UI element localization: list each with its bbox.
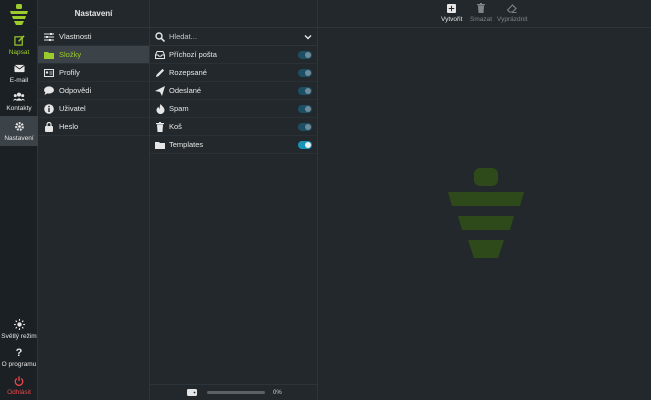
folder-row-templates[interactable]: Templates xyxy=(150,136,317,154)
quota-progress xyxy=(207,391,265,394)
menu-item-label: Vlastnosti xyxy=(59,32,92,41)
folder-icon xyxy=(44,50,54,60)
folder-row-inbox[interactable]: Příchozí pošta xyxy=(150,46,317,64)
gear-icon xyxy=(13,121,25,133)
subscribe-toggle[interactable] xyxy=(298,86,312,95)
rail-settings[interactable]: Nastavení xyxy=(0,116,38,146)
folders-panel: Příchozí pošta Rozepsané Odeslané Spam K… xyxy=(150,0,318,400)
menu-item-label: Uživatel xyxy=(59,104,86,113)
fire-icon xyxy=(155,103,165,114)
roundcube-watermark-icon xyxy=(448,168,524,258)
rail-about[interactable]: ? O programu xyxy=(0,342,38,372)
lock-icon xyxy=(44,121,54,132)
id-card-icon xyxy=(44,68,54,78)
sun-icon xyxy=(13,319,25,331)
folder-name: Příchozí pošta xyxy=(169,50,217,59)
folder-row-trash[interactable]: Koš xyxy=(150,118,317,136)
empty-label: Vyprázdnit xyxy=(497,16,528,23)
folder-row-sent[interactable]: Odeslané xyxy=(150,82,317,100)
rail-settings-label: Nastavení xyxy=(4,134,34,142)
rail-contacts-label: Kontakty xyxy=(6,104,32,112)
folder-row-drafts[interactable]: Rozepsané xyxy=(150,64,317,82)
power-icon xyxy=(13,375,25,387)
hard-drive-icon xyxy=(187,389,197,396)
subscribe-toggle[interactable] xyxy=(298,140,312,149)
inbox-icon xyxy=(155,50,165,60)
menu-item-user[interactable]: Uživatel xyxy=(38,100,149,118)
sliders-icon xyxy=(44,32,54,42)
folder-name: Koš xyxy=(169,122,182,131)
compose-icon xyxy=(13,35,25,47)
menu-item-label: Složky xyxy=(59,50,82,59)
paper-plane-icon xyxy=(155,85,165,96)
delete-button[interactable]: Smazat xyxy=(470,3,492,23)
info-icon xyxy=(44,103,54,114)
menu-item-responses[interactable]: Odpovědi xyxy=(38,82,149,100)
rail-email-label: E-mail xyxy=(9,76,29,84)
rail-logout-label: Odhlásit xyxy=(7,388,31,396)
empty-button[interactable]: Vyprázdnit xyxy=(497,3,527,23)
search-input[interactable] xyxy=(169,32,304,41)
plus-square-icon xyxy=(447,3,457,13)
menu-item-label: Heslo xyxy=(59,122,79,131)
menu-title: Nastavení xyxy=(38,0,149,28)
trash-icon xyxy=(476,3,486,13)
rail-compose-label: Napsat xyxy=(8,48,30,56)
folder-row-spam[interactable]: Spam xyxy=(150,100,317,118)
menu-item-identities[interactable]: Profily xyxy=(38,64,149,82)
create-label: Vytvořit xyxy=(441,16,463,23)
comment-icon xyxy=(44,86,54,96)
folder-search xyxy=(150,28,317,46)
content-panel: Vytvořit Smazat Vyprázdnit xyxy=(318,0,651,400)
question-icon: ? xyxy=(15,346,23,359)
settings-menu: Nastavení Vlastnosti Složky Profily Odpo… xyxy=(38,0,150,400)
subscribe-toggle[interactable] xyxy=(298,122,312,131)
quota-percent: 0% xyxy=(273,389,282,396)
delete-label: Smazat xyxy=(470,16,493,23)
subscribe-toggle[interactable] xyxy=(298,50,312,59)
create-button[interactable]: Vytvořit xyxy=(441,3,462,23)
folder-name: Templates xyxy=(169,140,204,149)
folder-name: Rozepsané xyxy=(169,68,207,77)
rail-compose[interactable]: Napsat xyxy=(0,30,38,60)
rail-logout[interactable]: Odhlásit xyxy=(0,370,38,400)
nav-rail: Napsat E-mail Kontakty Nastavení Světlý … xyxy=(0,0,38,400)
folder-name: Odeslané xyxy=(169,86,202,95)
menu-item-label: Profily xyxy=(59,68,80,77)
rail-email[interactable]: E-mail xyxy=(0,58,38,88)
menu-item-password[interactable]: Heslo xyxy=(38,118,149,136)
roundcube-logo-icon xyxy=(10,4,28,25)
trash-icon xyxy=(155,121,165,132)
rail-contacts[interactable]: Kontakty xyxy=(0,86,38,116)
folders-header xyxy=(150,0,317,28)
pencil-icon xyxy=(155,68,165,78)
envelope-icon xyxy=(13,63,25,75)
contacts-icon xyxy=(13,91,25,103)
menu-item-preferences[interactable]: Vlastnosti xyxy=(38,28,149,46)
quota-bar: 0% xyxy=(150,384,317,400)
rail-light-mode[interactable]: Světlý režim xyxy=(0,314,38,344)
menu-item-label: Odpovědi xyxy=(59,86,92,95)
folder-icon xyxy=(155,140,165,150)
search-icon xyxy=(155,31,166,42)
folder-name: Spam xyxy=(169,104,189,113)
eraser-icon xyxy=(507,3,518,13)
subscribe-toggle[interactable] xyxy=(298,104,312,113)
menu-item-folders[interactable]: Složky xyxy=(38,46,149,64)
subscribe-toggle[interactable] xyxy=(298,68,312,77)
toolbar: Vytvořit Smazat Vyprázdnit xyxy=(318,0,651,28)
rail-about-label: O programu xyxy=(1,360,37,368)
rail-light-mode-label: Světlý režim xyxy=(1,332,37,340)
chevron-down-icon[interactable] xyxy=(304,33,312,41)
